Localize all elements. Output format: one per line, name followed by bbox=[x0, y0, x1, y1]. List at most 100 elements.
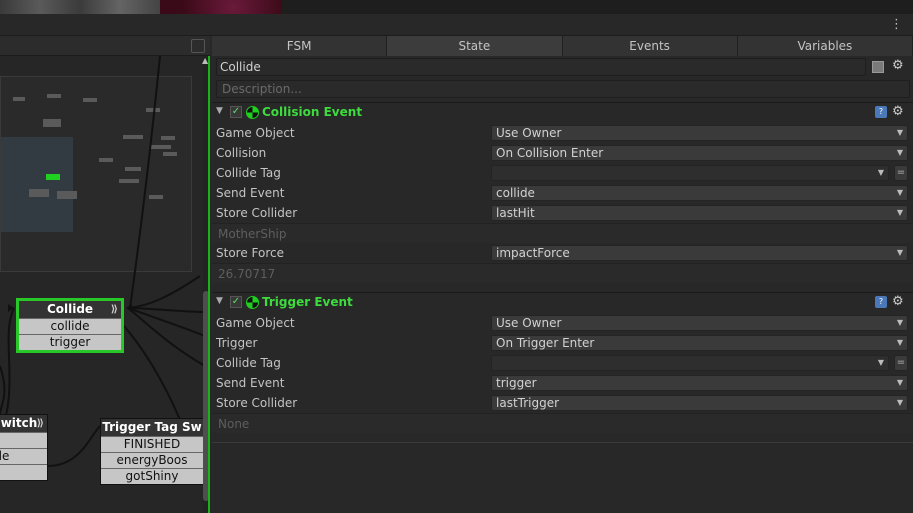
prop-collide-tag: Collide Tag ▼ = bbox=[212, 353, 913, 373]
foldout-arrow-icon[interactable]: ▼ bbox=[216, 296, 223, 306]
node-transition[interactable]: collide bbox=[19, 318, 121, 334]
prop-label: Collide Tag bbox=[216, 356, 281, 370]
variable-toggle-button[interactable]: = bbox=[894, 355, 908, 371]
store-force-value: 26.70717 bbox=[212, 263, 913, 283]
foldout-arrow-icon[interactable]: ▼ bbox=[216, 106, 223, 116]
game-object-dropdown[interactable]: Use Owner ▼ bbox=[491, 315, 908, 331]
store-collider-dropdown[interactable]: lastHit ▼ bbox=[491, 205, 908, 221]
prop-label: Collide Tag bbox=[216, 166, 281, 180]
node-title: witch ⟫ bbox=[0, 415, 47, 432]
gear-icon[interactable]: ⚙ bbox=[892, 294, 904, 309]
prop-game-object: Game Object Use Owner ▼ bbox=[212, 123, 913, 143]
prop-game-object: Game Object Use Owner ▼ bbox=[212, 313, 913, 333]
playmaker-editor: ⋮ Collide ⟫ collide trigger witch ⟫ e Tr… bbox=[0, 0, 913, 513]
chevron-down-icon: ▼ bbox=[877, 358, 884, 367]
chevron-down-icon: ▼ bbox=[877, 168, 884, 177]
readonly-value: MotherShip bbox=[218, 227, 287, 241]
chevron-down-icon: ▼ bbox=[896, 128, 903, 137]
action-collision-event: ▼ ✓ Collision Event ? ⚙ Game Object Use … bbox=[212, 102, 913, 292]
node-title: Collide ⟫ bbox=[19, 301, 121, 318]
store-collider-value: MotherShip bbox=[212, 223, 913, 243]
prop-store-collider: Store Collider lastHit ▼ bbox=[212, 203, 913, 223]
description-field[interactable]: Description... bbox=[216, 80, 910, 98]
prop-label: Game Object bbox=[216, 126, 295, 140]
readonly-value: None bbox=[218, 417, 250, 431]
node-transition[interactable] bbox=[0, 432, 47, 448]
state-node-switch[interactable]: witch⟫ ide D bbox=[0, 414, 48, 481]
game-object-dropdown[interactable]: Use Owner ▼ bbox=[491, 125, 908, 141]
store-force-dropdown[interactable]: impactForce ▼ bbox=[491, 245, 908, 261]
inspector-tabs: FSM State Events Variables bbox=[212, 36, 913, 56]
enable-checkbox[interactable]: ✓ bbox=[230, 106, 242, 118]
node-transition[interactable]: FINISHED bbox=[101, 436, 203, 452]
scene-thumbnail bbox=[0, 0, 160, 14]
readonly-value: 26.70717 bbox=[218, 267, 276, 281]
tab-fsm[interactable]: FSM bbox=[212, 36, 388, 56]
node-transition[interactable]: gotShiny bbox=[101, 468, 203, 484]
state-name-field[interactable]: Collide bbox=[216, 58, 866, 76]
editor-toolbar bbox=[0, 14, 913, 36]
prop-label: Store Force bbox=[216, 246, 284, 260]
top-strip bbox=[0, 0, 913, 14]
chevron-down-icon: ▼ bbox=[896, 248, 903, 257]
prop-trigger: Trigger On Trigger Enter ▼ bbox=[212, 333, 913, 353]
trigger-dropdown[interactable]: On Trigger Enter ▼ bbox=[491, 335, 908, 351]
send-event-dropdown[interactable]: collide ▼ bbox=[491, 185, 908, 201]
prop-send-event: Send Event collide ▼ bbox=[212, 183, 913, 203]
prop-label: Send Event bbox=[216, 376, 285, 390]
node-transition[interactable]: energyBoos bbox=[101, 452, 203, 468]
prop-label: Collision bbox=[216, 146, 267, 160]
action-header[interactable]: ▼ ✓ Trigger Event ? ⚙ bbox=[212, 293, 913, 313]
collision-dropdown[interactable]: On Collision Enter ▼ bbox=[491, 145, 908, 161]
prop-label: Store Collider bbox=[216, 206, 298, 220]
physics-icon bbox=[246, 106, 259, 119]
prop-label: Store Collider bbox=[216, 396, 298, 410]
node-transition[interactable]: D bbox=[0, 464, 47, 480]
tab-state[interactable]: State bbox=[387, 36, 563, 56]
fsm-inspector: FSM State Events Variables Collide ⚙ Des… bbox=[212, 36, 913, 513]
gear-icon[interactable]: ⚙ bbox=[892, 58, 904, 73]
chevron-down-icon: ▼ bbox=[896, 338, 903, 347]
panel-divider[interactable] bbox=[208, 56, 210, 513]
prop-collision: Collision On Collision Enter ▼ bbox=[212, 143, 913, 163]
action-header[interactable]: ▼ ✓ Collision Event ? ⚙ bbox=[212, 103, 913, 123]
state-color-swatch[interactable] bbox=[872, 61, 884, 73]
chevron-down-icon: ▼ bbox=[896, 398, 903, 407]
tab-variables[interactable]: Variables bbox=[737, 36, 913, 56]
prop-label: Game Object bbox=[216, 316, 295, 330]
help-icon[interactable]: ? bbox=[875, 296, 887, 308]
action-trigger-event: ▼ ✓ Trigger Event ? ⚙ Game Object Use Ow… bbox=[212, 292, 913, 442]
tab-events[interactable]: Events bbox=[562, 36, 738, 56]
prop-send-event: Send Event trigger ▼ bbox=[212, 373, 913, 393]
prop-store-force: Store Force impactForce ▼ bbox=[212, 243, 913, 263]
node-transition[interactable]: ide bbox=[0, 448, 47, 464]
variable-toggle-button[interactable]: = bbox=[894, 165, 908, 181]
state-node-trigger-tag-switch[interactable]: Trigger Tag Sw FINISHED energyBoos gotSh… bbox=[100, 418, 204, 485]
gear-icon[interactable]: ⚙ bbox=[892, 104, 904, 119]
kebab-menu-icon[interactable]: ⋮ bbox=[890, 18, 903, 32]
send-event-dropdown[interactable]: trigger ▼ bbox=[491, 375, 908, 391]
collide-tag-dropdown[interactable]: ▼ bbox=[491, 165, 889, 181]
state-node-collide[interactable]: Collide ⟫ collide trigger bbox=[16, 298, 124, 353]
chevron-down-icon: ▼ bbox=[896, 318, 903, 327]
store-collider-dropdown[interactable]: lastTrigger ▼ bbox=[491, 395, 908, 411]
physics-icon bbox=[246, 296, 259, 309]
chevron-down-icon: ▼ bbox=[896, 148, 903, 157]
enable-checkbox[interactable]: ✓ bbox=[230, 296, 242, 308]
chevron-down-icon: ▼ bbox=[896, 188, 903, 197]
node-transition-icon: ⟫ bbox=[36, 418, 44, 429]
collide-tag-dropdown[interactable]: ▼ bbox=[491, 355, 889, 371]
game-thumbnail bbox=[160, 0, 282, 14]
prop-collide-tag: Collide Tag ▼ = bbox=[212, 163, 913, 183]
store-collider-value: None bbox=[212, 413, 913, 433]
prop-label: Send Event bbox=[216, 186, 285, 200]
prop-label: Trigger bbox=[216, 336, 258, 350]
action-title: Trigger Event bbox=[262, 295, 353, 309]
chevron-down-icon: ▼ bbox=[896, 378, 903, 387]
action-title: Collision Event bbox=[262, 105, 363, 119]
node-title: Trigger Tag Sw bbox=[101, 419, 203, 436]
fsm-graph-view[interactable]: Collide⟫ collide trigger witch⟫ ide D Tr… bbox=[0, 36, 210, 513]
node-transition[interactable]: trigger bbox=[19, 334, 121, 350]
help-icon[interactable]: ? bbox=[875, 106, 887, 118]
inspector-empty-area bbox=[212, 442, 913, 513]
